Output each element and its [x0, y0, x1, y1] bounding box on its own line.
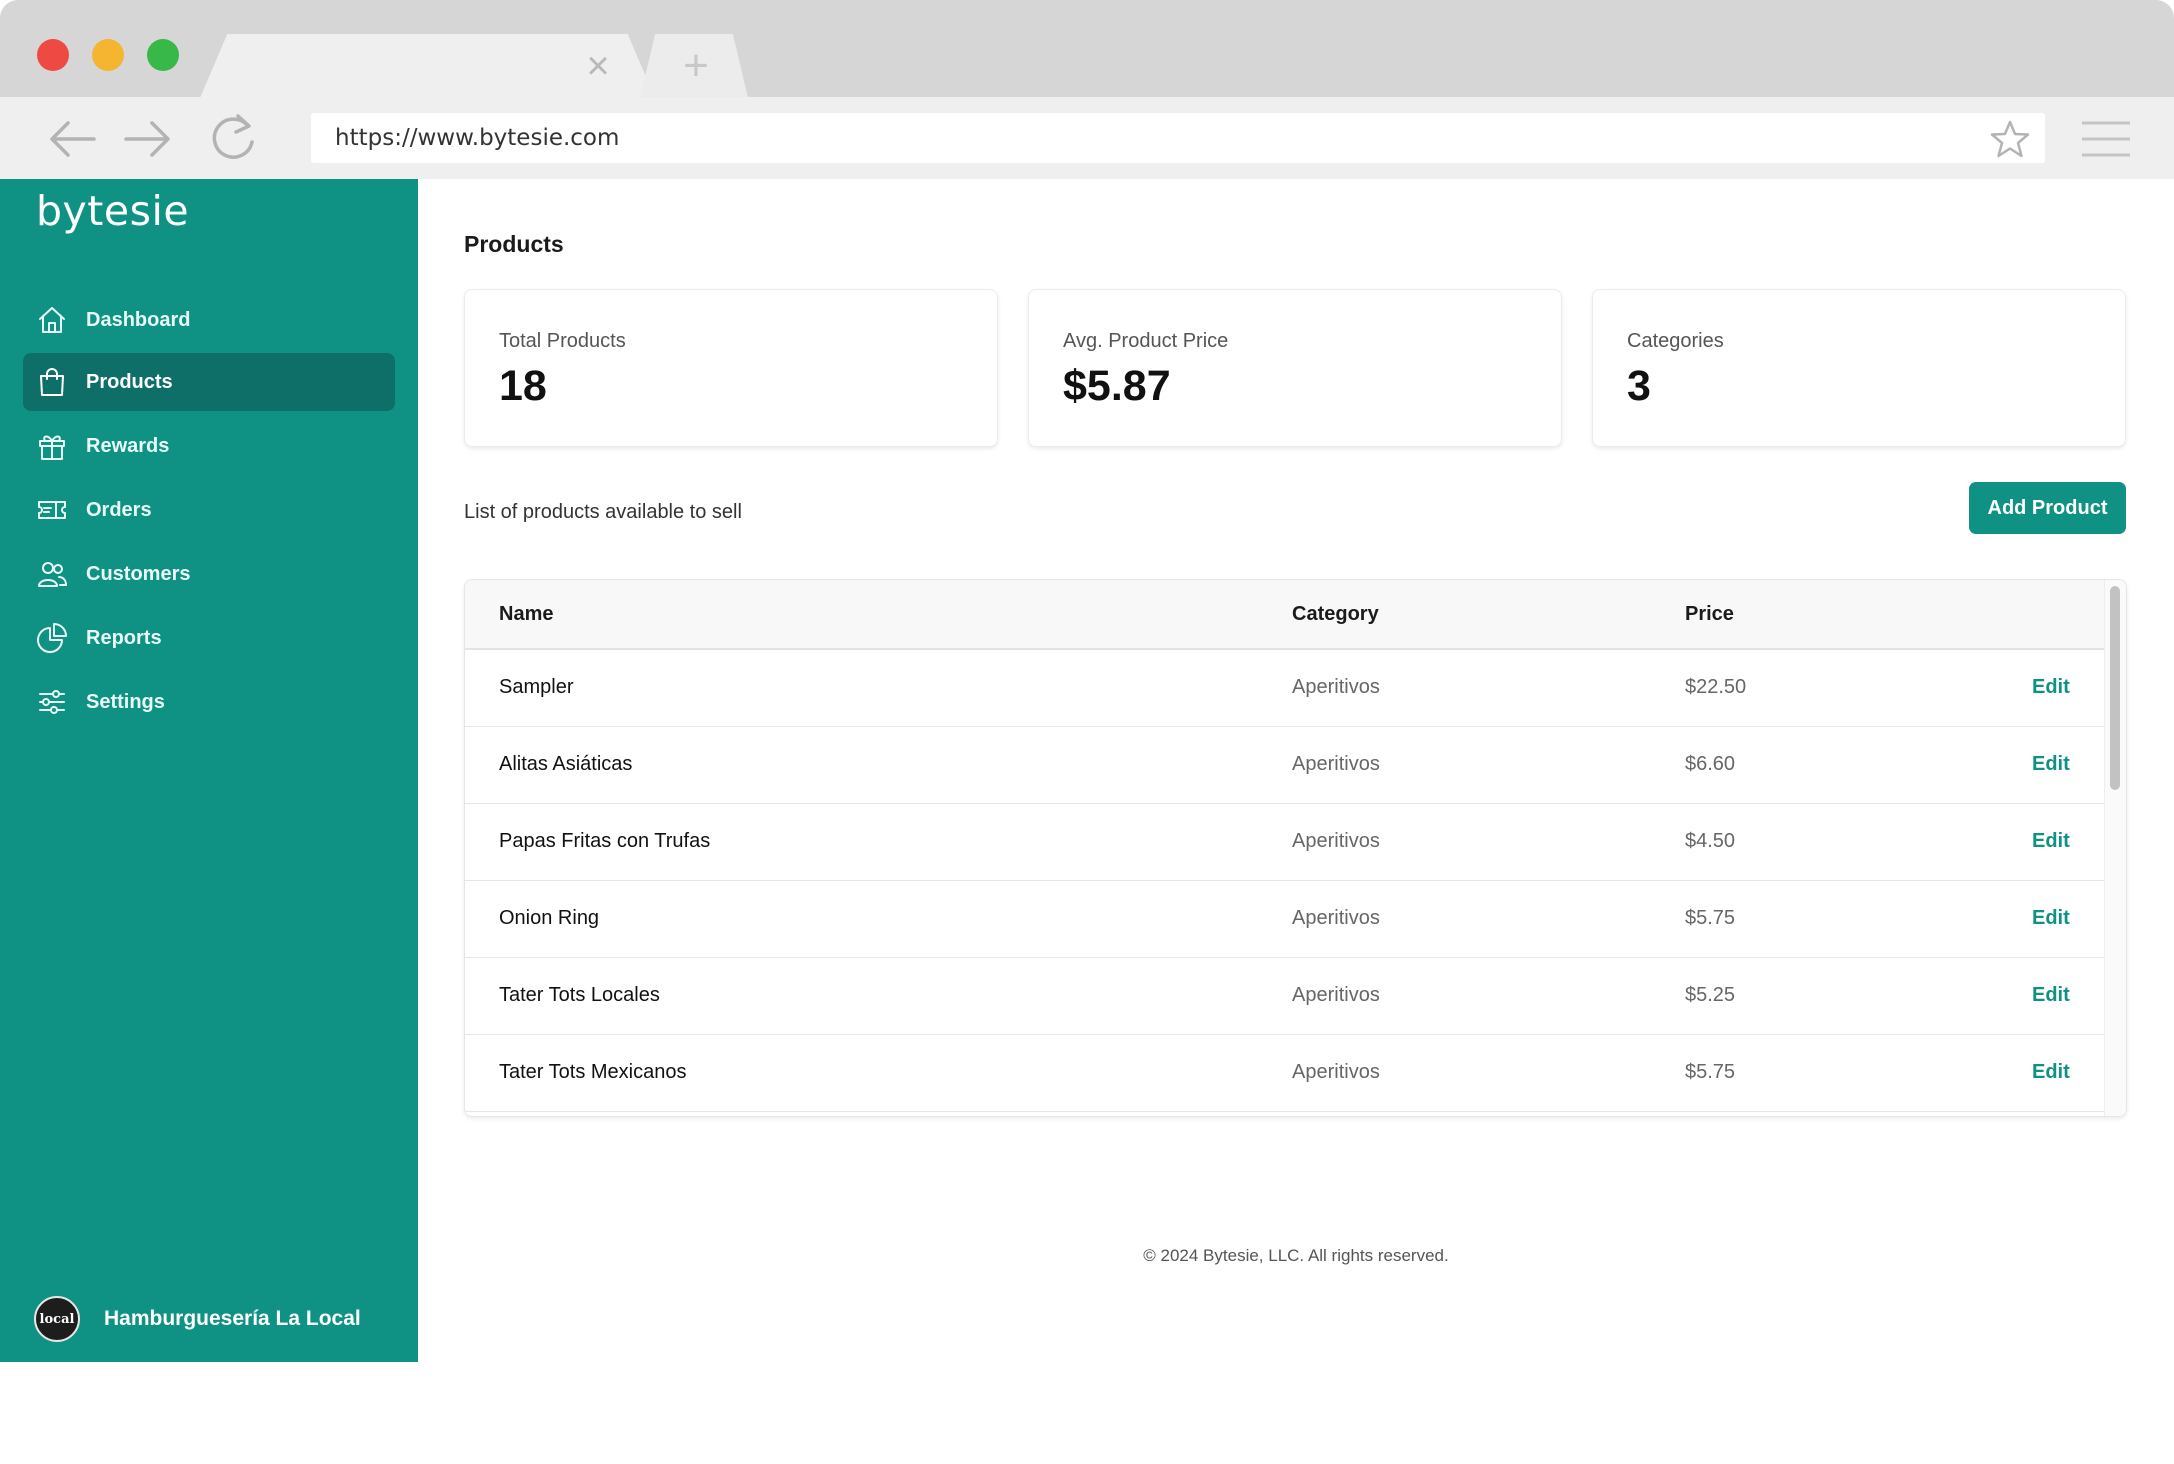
scrollbar-thumb[interactable] — [2110, 586, 2120, 790]
stat-label: Categories — [1627, 330, 1724, 352]
table-row: Sampler Aperitivos $22.50 Edit — [465, 650, 2105, 727]
product-category: Aperitivos — [1292, 676, 1380, 698]
product-name: Alitas Asiáticas — [499, 753, 633, 775]
bookmark-star-icon[interactable] — [1989, 119, 2031, 159]
product-price: $22.50 — [1685, 676, 1747, 698]
gift-icon — [35, 429, 69, 463]
product-category: Aperitivos — [1292, 907, 1380, 929]
edit-link[interactable]: Edit — [2032, 676, 2070, 699]
close-window-button[interactable] — [37, 39, 69, 71]
browser-tabstrip: × + — [0, 0, 2174, 98]
edit-link[interactable]: Edit — [2032, 830, 2070, 853]
stat-value: $5.87 — [1063, 362, 1171, 410]
product-price: $4.50 — [1685, 830, 1736, 852]
browser-window: × + https://www.bytesie.com bytesie Dash… — [0, 0, 2174, 1376]
organization-switcher[interactable]: local Hamburguesería La Local — [34, 1296, 361, 1342]
sidebar-item-label: Dashboard — [86, 308, 191, 331]
page-title: Products — [464, 231, 564, 257]
product-name: Tater Tots Mexicanos — [499, 1061, 687, 1083]
ticket-icon — [35, 493, 69, 527]
product-price: $5.75 — [1685, 907, 1736, 929]
sidebar-item-rewards[interactable]: Rewards — [23, 417, 395, 475]
edit-link[interactable]: Edit — [2032, 753, 2070, 776]
main-content: Products Total Products 18 Avg. Product … — [418, 179, 2174, 1376]
table-row: Tater Tots Mexicanos Aperitivos $5.75 Ed… — [465, 1035, 2105, 1112]
sidebar: bytesie Dashboard Products Rewards Order… — [0, 179, 418, 1362]
organization-avatar: local — [34, 1296, 80, 1342]
reload-icon[interactable] — [208, 112, 260, 164]
table-row: Tater Tots Locales Aperitivos $5.25 Edit — [465, 958, 2105, 1035]
sidebar-item-dashboard[interactable]: Dashboard — [23, 291, 395, 349]
organization-name: Hamburguesería La Local — [104, 1307, 361, 1330]
sidebar-item-label: Customers — [86, 562, 191, 585]
shopping-bag-icon — [35, 365, 69, 399]
home-icon — [35, 303, 69, 337]
url-text[interactable]: https://www.bytesie.com — [335, 125, 619, 151]
forward-arrow-icon[interactable] — [122, 118, 174, 160]
stat-card-total-products: Total Products 18 — [464, 289, 998, 447]
maximize-window-button[interactable] — [147, 39, 179, 71]
sidebar-item-orders[interactable]: Orders — [23, 481, 395, 539]
table-header: Name Category Price — [465, 580, 2105, 650]
product-price: $5.25 — [1685, 984, 1736, 1006]
brand-logo[interactable]: bytesie — [36, 187, 189, 235]
stat-label: Total Products — [499, 330, 626, 352]
stat-value: 3 — [1627, 362, 1651, 410]
table-row: Papas Fritas con Trufas Aperitivos $4.50… — [465, 804, 2105, 881]
hamburger-menu-icon[interactable] — [2080, 119, 2132, 159]
products-table: Name Category Price Sampler Aperitivos $… — [464, 579, 2127, 1117]
sidebar-item-products[interactable]: Products — [23, 353, 395, 411]
product-category: Aperitivos — [1292, 1061, 1380, 1083]
table-row: Alitas Asiáticas Aperitivos $6.60 Edit — [465, 727, 2105, 804]
sidebar-item-settings[interactable]: Settings — [23, 673, 395, 731]
sidebar-item-customers[interactable]: Customers — [23, 545, 395, 603]
table-row: Onion Ring Aperitivos $5.75 Edit — [465, 881, 2105, 958]
back-arrow-icon[interactable] — [46, 118, 98, 160]
minimize-window-button[interactable] — [92, 39, 124, 71]
product-category: Aperitivos — [1292, 830, 1380, 852]
table-scrollbar[interactable] — [2104, 580, 2126, 1116]
product-category: Aperitivos — [1292, 753, 1380, 775]
product-name: Papas Fritas con Trufas — [499, 830, 711, 852]
product-category: Aperitivos — [1292, 984, 1380, 1006]
users-icon — [35, 557, 69, 591]
address-bar[interactable]: https://www.bytesie.com — [311, 113, 2045, 163]
list-caption: List of products available to sell — [464, 501, 742, 523]
stat-card-categories: Categories 3 — [1592, 289, 2126, 447]
product-name: Tater Tots Locales — [499, 984, 660, 1006]
sidebar-item-reports[interactable]: Reports — [23, 609, 395, 667]
sidebar-item-label: Products — [86, 370, 173, 393]
stat-card-avg-price: Avg. Product Price $5.87 — [1028, 289, 1562, 447]
product-price: $6.60 — [1685, 753, 1736, 775]
sidebar-item-label: Orders — [86, 498, 152, 521]
sidebar-item-label: Rewards — [86, 434, 170, 457]
sidebar-item-label: Settings — [86, 690, 165, 713]
product-name: Sampler — [499, 676, 574, 698]
column-header-name[interactable]: Name — [499, 603, 553, 626]
column-header-price[interactable]: Price — [1685, 603, 1734, 626]
pie-chart-icon — [35, 621, 69, 655]
column-header-category[interactable]: Category — [1292, 603, 1379, 626]
edit-link[interactable]: Edit — [2032, 1061, 2070, 1084]
stat-value: 18 — [499, 362, 547, 410]
add-product-button[interactable]: Add Product — [1969, 482, 2126, 534]
stat-label: Avg. Product Price — [1063, 330, 1229, 352]
edit-link[interactable]: Edit — [2032, 907, 2070, 930]
edit-link[interactable]: Edit — [2032, 984, 2070, 1007]
tab-close-icon[interactable]: × — [580, 46, 616, 86]
footer-copyright: © 2024 Bytesie, LLC. All rights reserved… — [1143, 1246, 1449, 1265]
sliders-icon — [35, 685, 69, 719]
sidebar-item-label: Reports — [86, 626, 162, 649]
product-price: $5.75 — [1685, 1061, 1736, 1083]
product-name: Onion Ring — [499, 907, 600, 929]
plus-icon[interactable]: + — [676, 44, 716, 88]
